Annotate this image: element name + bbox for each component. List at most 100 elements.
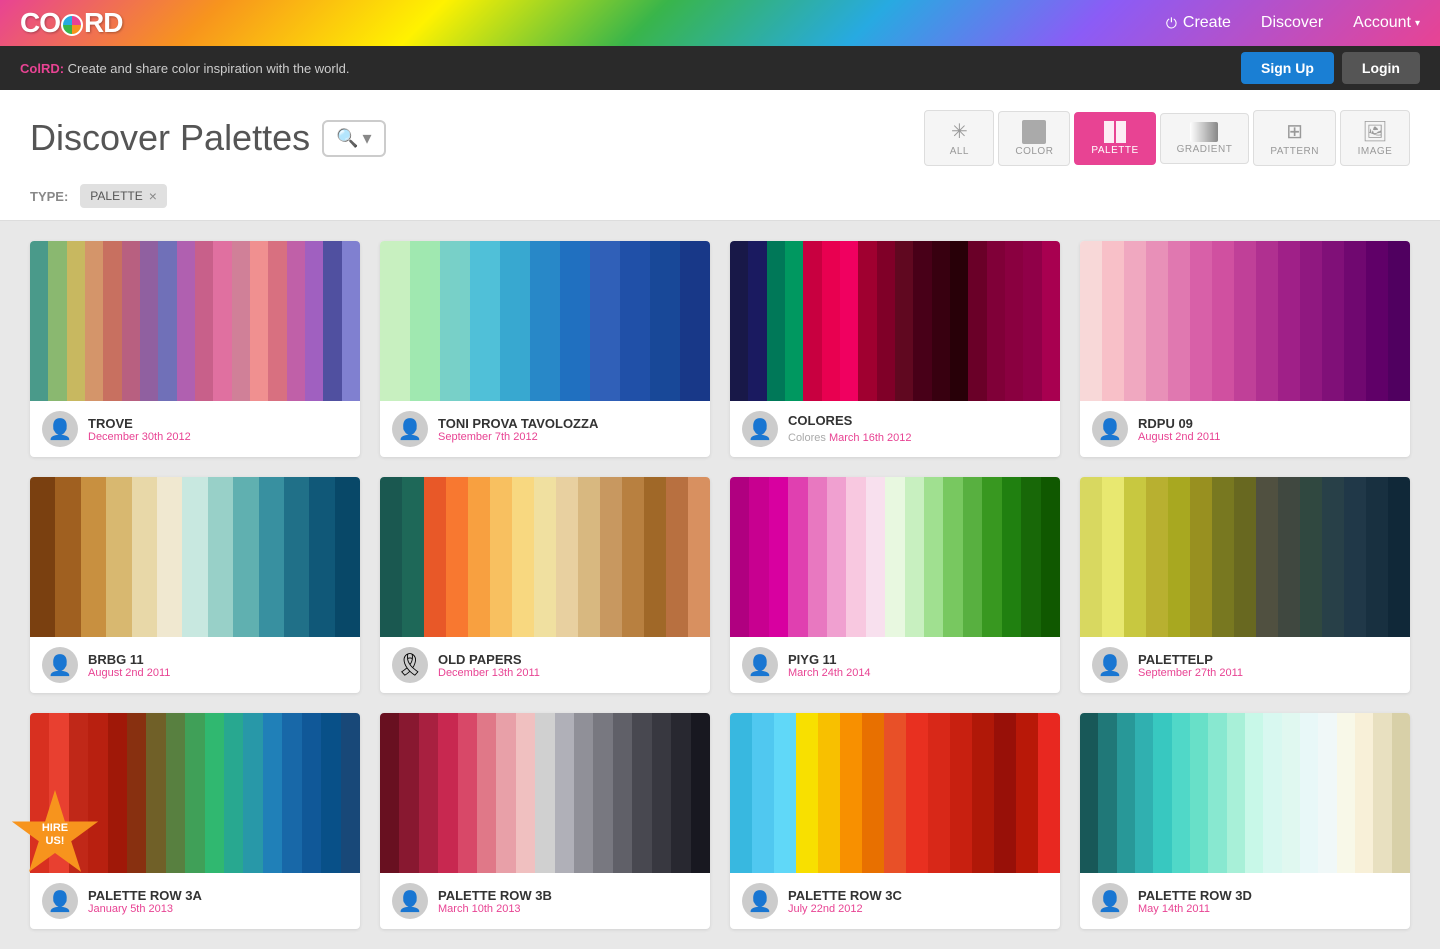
- palette-name: PALETTE ROW 3C: [788, 888, 1048, 903]
- palette-card[interactable]: 👤PALETTE ROW 3CJuly 22nd 2012: [730, 713, 1060, 929]
- swatch: [671, 713, 690, 873]
- swatch: [680, 241, 710, 401]
- tab-all[interactable]: ✳ ALL: [924, 110, 994, 166]
- palette-swatches: [1080, 713, 1410, 873]
- swatch: [1278, 241, 1300, 401]
- palette-card[interactable]: 👤TONI PROVA TAVOLOZZASeptember 7th 2012: [380, 241, 710, 457]
- swatch: [593, 713, 612, 873]
- swatch: [516, 713, 535, 873]
- create-link[interactable]: ⏻ Create: [1166, 14, 1231, 32]
- type-tag-palette[interactable]: PALETTE ×: [80, 184, 167, 208]
- swatch: [185, 713, 204, 873]
- swatch: [1263, 713, 1281, 873]
- swatch: [1300, 713, 1318, 873]
- palette-swatches: [380, 477, 710, 637]
- announcement-bar: ColRD: Create and share color inspiratio…: [0, 46, 1440, 90]
- avatar: 👤: [1092, 883, 1128, 919]
- palette-card[interactable]: 👤BRBG 11August 2nd 2011: [30, 477, 360, 693]
- swatch: [140, 241, 158, 401]
- palette-card[interactable]: 👤 PALETTE ROW 3DMay 14th 2011: [1080, 713, 1410, 929]
- avatar: 👤: [742, 883, 778, 919]
- person-icon: 👤: [748, 889, 773, 914]
- swatch: [470, 241, 500, 401]
- avatar: 👤: [42, 411, 78, 447]
- palette-date: December 13th 2011: [438, 667, 698, 679]
- swatch: [335, 477, 360, 637]
- swatch: [157, 477, 182, 637]
- swatch: [1234, 241, 1256, 401]
- swatch: [1102, 477, 1124, 637]
- palette-meta: BRBG 11August 2nd 2011: [88, 652, 348, 679]
- swatch: [1256, 477, 1278, 637]
- swatch: [268, 241, 286, 401]
- swatch: [1300, 477, 1322, 637]
- swatch: [808, 477, 827, 637]
- swatch: [534, 477, 556, 637]
- palette-meta: PALETTE ROW 3DMay 14th 2011: [1138, 888, 1398, 915]
- login-button[interactable]: Login: [1342, 52, 1420, 84]
- palette-date: August 2nd 2011: [88, 667, 348, 679]
- palette-name: PIYG 11: [788, 652, 1048, 667]
- swatch: [1124, 241, 1146, 401]
- palette-swatches: [1080, 477, 1410, 637]
- swatch: [905, 477, 924, 637]
- signup-button[interactable]: Sign Up: [1241, 52, 1334, 84]
- logo[interactable]: CORD: [20, 7, 122, 39]
- palette-date: August 2nd 2011: [1138, 431, 1398, 443]
- swatch: [1337, 713, 1355, 873]
- type-tag-label: PALETTE: [90, 189, 142, 203]
- swatch: [302, 713, 321, 873]
- tab-pattern[interactable]: ⊞ PATTERN: [1253, 110, 1336, 166]
- swatch: [512, 477, 534, 637]
- swatch: [1344, 477, 1366, 637]
- tab-palette[interactable]: PALETTE: [1074, 112, 1155, 165]
- swatch: [67, 241, 85, 401]
- swatch: [840, 241, 858, 401]
- palette-meta: COLORESColores March 16th 2012: [788, 413, 1048, 446]
- tab-image[interactable]: 🖼 IMAGE: [1340, 110, 1410, 166]
- swatch: [620, 241, 650, 401]
- type-tag-close-icon[interactable]: ×: [149, 188, 157, 204]
- account-link[interactable]: Account ▾: [1353, 14, 1420, 32]
- swatch: [1388, 477, 1410, 637]
- swatch: [1146, 477, 1168, 637]
- palette-card[interactable]: 👤PIYG 11March 24th 2014: [730, 477, 1060, 693]
- palette-card[interactable]: 👤TROVEDecember 30th 2012: [30, 241, 360, 457]
- swatch: [788, 477, 807, 637]
- swatch: [30, 477, 55, 637]
- palette-card[interactable]: 👤COLORESColores March 16th 2012: [730, 241, 1060, 457]
- swatch: [380, 713, 399, 873]
- palette-card[interactable]: 🎗OLD PAPERSDecember 13th 2011: [380, 477, 710, 693]
- tab-color[interactable]: COLOR: [998, 111, 1070, 166]
- swatch: [877, 241, 895, 401]
- palette-card[interactable]: 👤PALETTELPSeptember 27th 2011: [1080, 477, 1410, 693]
- swatch: [730, 241, 748, 401]
- palette-swatches: [30, 477, 360, 637]
- swatch: [950, 241, 968, 401]
- swatch: [1212, 241, 1234, 401]
- swatch: [1190, 713, 1208, 873]
- palette-name: PALETTE ROW 3D: [1138, 888, 1398, 903]
- palette-meta: OLD PAPERSDecember 13th 2011: [438, 652, 698, 679]
- palette-card[interactable]: 👤PALETTE ROW 3BMarch 10th 2013: [380, 713, 710, 929]
- swatch: [1016, 713, 1038, 873]
- discover-link[interactable]: Discover: [1261, 14, 1323, 32]
- swatch: [243, 713, 262, 873]
- swatch: [884, 713, 906, 873]
- search-button[interactable]: 🔍 ▾: [322, 120, 385, 157]
- palette-swatches: [730, 477, 1060, 637]
- palette-swatches: [730, 241, 1060, 401]
- type-filter-bar: TYPE: PALETTE ×: [0, 176, 1440, 221]
- palette-info: 👤PALETTELPSeptember 27th 2011: [1080, 637, 1410, 693]
- palette-card[interactable]: 👤PALETTE ROW 3AJanuary 5th 2013: [30, 713, 360, 929]
- palette-card[interactable]: 👤RDPU 09August 2nd 2011: [1080, 241, 1410, 457]
- swatch: [530, 241, 560, 401]
- tab-gradient[interactable]: GRADIENT: [1160, 113, 1250, 164]
- pattern-icon: ⊞: [1286, 119, 1303, 144]
- announcement-text: ColRD: Create and share color inspiratio…: [20, 61, 349, 76]
- swatch: [321, 713, 340, 873]
- swatch: [574, 713, 593, 873]
- swatch: [468, 477, 490, 637]
- swatch: [233, 477, 258, 637]
- swatch: [30, 241, 48, 401]
